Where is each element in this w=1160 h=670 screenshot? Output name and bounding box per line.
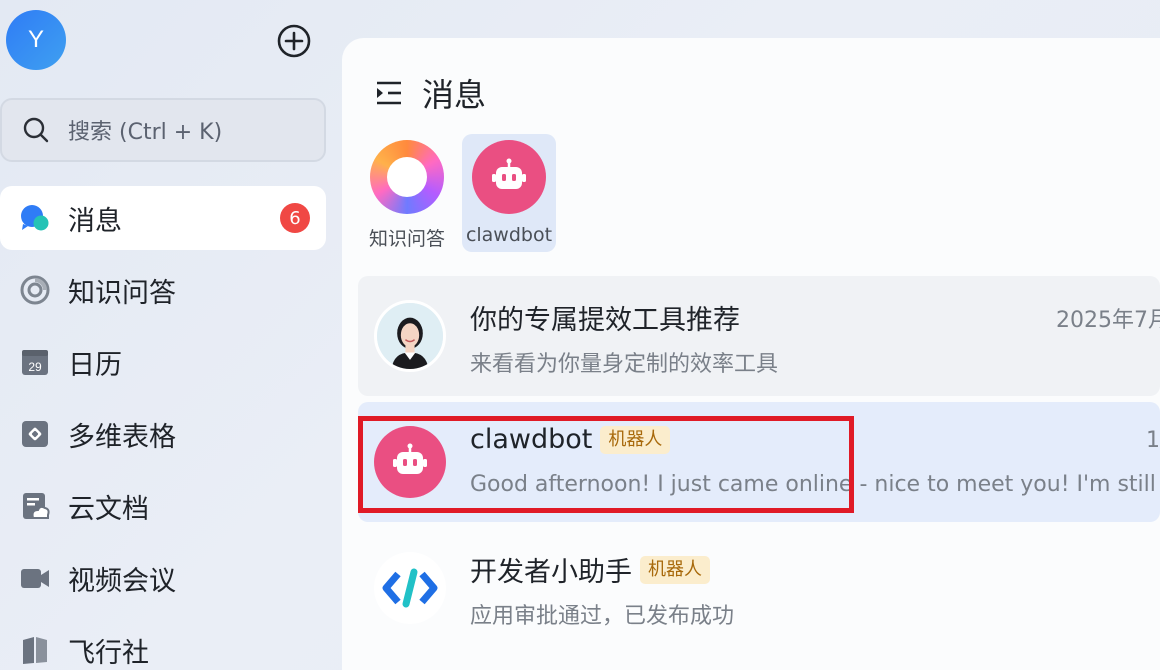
conversation-item-clawdbot[interactable]: clawdbot 机器人 Good afternoon! I just came… [358, 402, 1160, 522]
plus-circle-icon [277, 24, 311, 58]
sidebar-item-cloud-docs[interactable]: 云文档 [0, 474, 326, 538]
sidebar-item-calendar[interactable]: 29 日历 [0, 330, 326, 394]
panel-header: 消息 [374, 70, 486, 116]
avatar-letter: Y [27, 26, 44, 53]
chat-bubbles-icon [18, 201, 52, 235]
video-camera-icon [18, 561, 52, 595]
app-window: Y 搜索 (Ctrl + K) 消息 6 知识问答 29 日历 多维表格 云文档… [0, 0, 1160, 670]
sidebar-nav: 消息 6 知识问答 29 日历 多维表格 云文档 视频会议 飞行社 [0, 186, 326, 670]
assistant-avatar [374, 300, 446, 372]
sidebar-item-label: 多维表格 [68, 421, 176, 453]
conversation-name: clawdbot 机器人 [470, 424, 671, 455]
calendar-icon: 29 [18, 345, 52, 379]
pinned-label: 知识问答 [368, 228, 445, 250]
conversation-list: 你的专属提效工具推荐 来看看为你量身定制的效率工具 2025年7月 clawdb… [358, 276, 1160, 654]
robot-icon [472, 140, 546, 214]
pinned-label: clawdbot [465, 224, 553, 246]
sidebar-item-label: 云文档 [68, 493, 149, 525]
unread-badge: 6 [280, 203, 310, 233]
conversation-preview: 来看看为你量身定制的效率工具 [470, 352, 779, 377]
sidebar-item-label: 日历 [68, 349, 122, 381]
conversation-title: 你的专属提效工具推荐 [470, 305, 740, 336]
conversation-item-efficiency-tools[interactable]: 你的专属提效工具推荐 来看看为你量身定制的效率工具 2025年7月 [358, 276, 1160, 396]
conversation-title: clawdbot [470, 424, 593, 455]
search-icon [23, 117, 49, 143]
add-button[interactable] [276, 23, 312, 59]
svg-text:29: 29 [28, 360, 42, 374]
sidebar-item-messages[interactable]: 消息 6 [0, 186, 326, 250]
book-icon [18, 633, 52, 667]
sidebar-item-label: 视频会议 [68, 565, 176, 597]
conversation-name: 你的专属提效工具推荐 [470, 298, 740, 337]
knowledge-qa-ring-icon [370, 140, 444, 214]
user-avatar[interactable]: Y [6, 10, 66, 70]
sidebar-item-knowledge-qa[interactable]: 知识问答 [0, 258, 326, 322]
sidebar-item-flying-club[interactable]: 飞行社 [0, 618, 326, 670]
conversation-preview: 应用审批通过，已发布成功 [470, 604, 735, 629]
sidebar-item-label: 知识问答 [68, 277, 176, 309]
search-input[interactable]: 搜索 (Ctrl + K) [0, 98, 326, 162]
conversation-time: 1 [1146, 428, 1160, 453]
conversation-time: 2025年7月 [1056, 308, 1160, 333]
table-base-icon [18, 417, 52, 451]
swirl-icon [18, 273, 52, 307]
conversation-item-developer-assistant[interactable]: 开发者小助手 机器人 应用审批通过，已发布成功 [358, 528, 1160, 648]
bot-tag: 机器人 [640, 555, 710, 584]
search-placeholder: 搜索 (Ctrl + K) [68, 120, 223, 145]
conversation-preview: Good afternoon! I just came online - nic… [470, 472, 1160, 497]
sidebar-item-label: 飞行社 [68, 637, 149, 669]
dev-assistant-avatar [374, 552, 446, 624]
sidebar-item-video-meeting[interactable]: 视频会议 [0, 546, 326, 610]
code-brackets-icon [382, 568, 438, 608]
pinned-knowledge-qa[interactable]: 知识问答 [360, 134, 454, 252]
cloud-doc-icon [18, 489, 52, 523]
pinned-chats: 知识问答 clawdbot [360, 134, 556, 252]
sidebar-item-bitable[interactable]: 多维表格 [0, 402, 326, 466]
conversation-name: 开发者小助手 机器人 [470, 550, 710, 589]
bot-tag: 机器人 [600, 425, 671, 454]
page-title: 消息 [422, 76, 487, 114]
collapse-menu-icon[interactable] [374, 78, 404, 108]
pinned-clawdbot[interactable]: clawdbot [462, 134, 556, 252]
conversation-title: 开发者小助手 [470, 557, 632, 588]
robot-icon [374, 426, 446, 498]
sidebar-item-label: 消息 [68, 205, 122, 237]
